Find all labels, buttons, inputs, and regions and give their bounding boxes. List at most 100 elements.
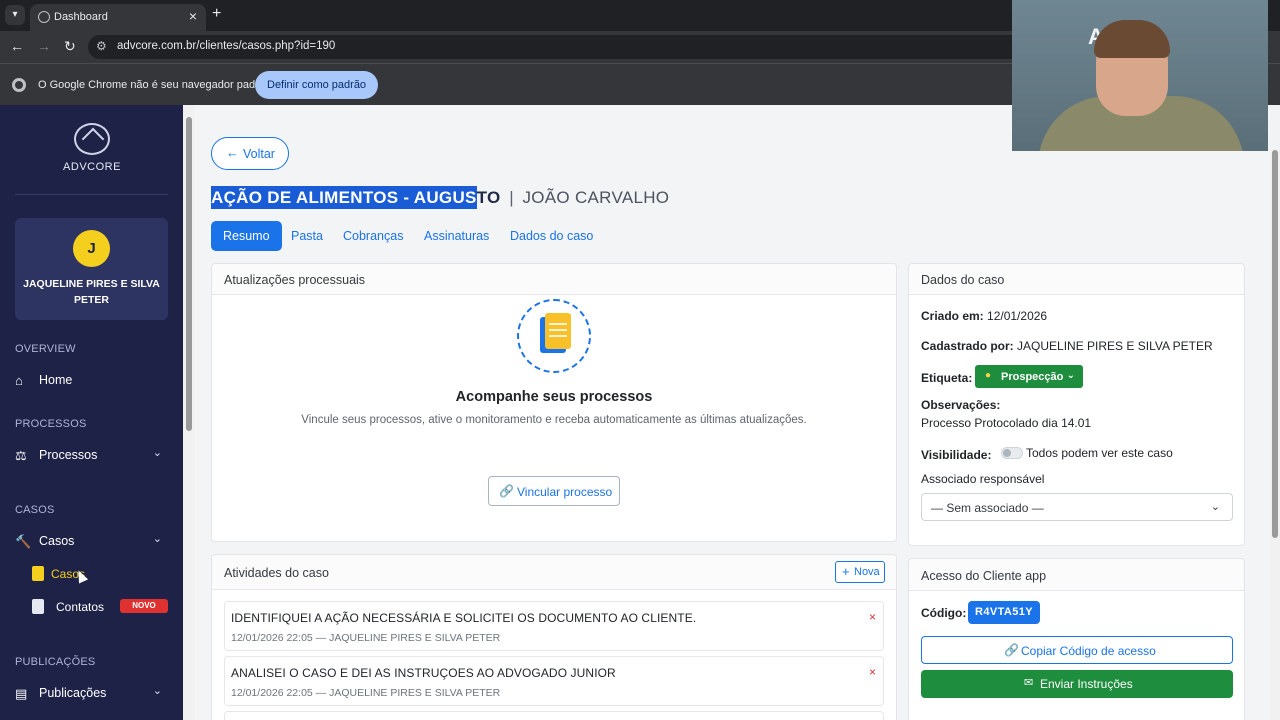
tab-title: Dashboard <box>54 11 108 23</box>
chevron-down-icon: ⌄ <box>152 533 162 545</box>
sidebar-subitem-label: Contatos <box>56 600 105 614</box>
folder-icon <box>32 566 44 581</box>
browser-tab[interactable]: Dashboard × <box>30 4 206 31</box>
activity-item <box>224 711 884 720</box>
tab-assinaturas[interactable]: Assinaturas <box>424 221 489 251</box>
plus-icon: + <box>842 564 850 579</box>
case-title-rest: TO <box>476 188 501 207</box>
advcore-logo[interactable]: ADVCORE <box>62 123 122 173</box>
copy-code-button[interactable]: 🔗 Copiar Código de acesso <box>921 636 1233 664</box>
sidebar-item-label: Processos <box>39 448 98 462</box>
notes-value: Processo Protocolado dia 14.01 <box>921 416 1092 430</box>
tab-resumo[interactable]: Resumo <box>211 221 282 251</box>
chrome-icon <box>12 78 26 92</box>
section-processos: PROCESSOS <box>15 418 87 430</box>
client-name: JOÃO CARVALHO <box>522 188 670 207</box>
code-label-text: Código: <box>921 606 967 620</box>
activity-meta: 12/01/2026 22:05 — JAQUELINE PIRES E SIL… <box>231 687 501 699</box>
link-process-button[interactable]: 🔗 Vincular processo <box>488 476 620 506</box>
document-front-shape <box>545 313 571 349</box>
associate-label: Associado responsável <box>921 472 1045 486</box>
page-scrollbar[interactable] <box>1270 150 1280 720</box>
newspaper-icon: ▤ <box>15 686 28 701</box>
sidebar-item-casos[interactable]: 🔨 Casos ⌄ <box>15 532 168 552</box>
link-icon: 🔗 <box>1004 643 1019 657</box>
send-instructions-button[interactable]: ✉ Enviar Instruções <box>921 670 1233 698</box>
scrollbar-thumb[interactable] <box>1272 150 1278 538</box>
tag-value: Prospecção <box>1001 371 1064 383</box>
activity-item: IDENTIFIQUEI A AÇÃO NECESSÁRIA E SOLICIT… <box>224 601 884 651</box>
globe-icon <box>38 11 50 23</box>
card-header: Atualizações processuais <box>212 264 896 295</box>
divider <box>15 194 168 195</box>
created-label: Criado em: <box>921 309 984 323</box>
card-title: Dados do caso <box>921 273 1005 287</box>
case-title-selected: AÇÃO DE ALIMENTOS - AUGUS <box>211 186 477 209</box>
visibility-value: Todos podem ver este caso <box>1026 446 1173 460</box>
chevron-down-icon: ⌄ <box>152 685 162 697</box>
tag-label-text: Etiqueta: <box>921 371 973 385</box>
tab-search-button[interactable]: ▾ <box>5 5 25 25</box>
infobar-message: O Google Chrome não é seu navegador padr… <box>38 79 271 91</box>
card-header: Atividades do caso + Nova <box>212 555 896 590</box>
created-row: Criado em: 12/01/2026 <box>921 309 1047 323</box>
activities-card: Atividades do caso + Nova IDENTIFIQUEI A… <box>211 554 897 720</box>
section-casos: CASOS <box>15 504 55 516</box>
tab-cobrancas[interactable]: Cobranças <box>343 221 403 251</box>
sidebar-item-label: Casos <box>39 534 75 548</box>
lightbulb-icon: ● <box>985 370 992 381</box>
close-tab-icon[interactable]: × <box>189 8 197 24</box>
notes-label: Observações: <box>921 398 1000 412</box>
new-badge: NOVO <box>120 599 168 613</box>
forward-arrow-icon[interactable]: → <box>37 38 51 54</box>
logo-mark-icon <box>74 123 110 155</box>
documents-sync-icon <box>517 299 591 373</box>
delete-icon[interactable]: × <box>869 665 876 679</box>
visibility-toggle[interactable] <box>1001 447 1023 459</box>
card-header: Acesso do Cliente app <box>909 559 1244 591</box>
back-button-label: Voltar <box>243 147 275 161</box>
scale-icon: ⚖ <box>15 448 27 463</box>
empty-state-title: Acompanhe seus processos <box>455 389 653 405</box>
client-access-card: Acesso do Cliente app Código: R4VTA51Y 🔗… <box>908 558 1245 720</box>
tab-dados-do-caso[interactable]: Dados do caso <box>510 221 593 251</box>
activity-meta: 12/01/2026 22:05 — JAQUELINE PIRES E SIL… <box>231 632 501 644</box>
access-code-badge: R4VTA51Y <box>968 601 1040 624</box>
activity-text: ANALISEI O CASO E DEI AS INSTRUÇOES AO A… <box>231 666 616 680</box>
reload-icon[interactable]: ↻ <box>64 38 76 55</box>
page-title: AÇÃO DE ALIMENTOS - AUGUSTO | JOÃO CARVA… <box>211 186 670 212</box>
send-instructions-label: Enviar Instruções <box>1040 677 1133 691</box>
card-header: Dados do caso <box>909 264 1244 295</box>
set-default-button[interactable]: Definir como padrão <box>255 71 379 99</box>
sidebar-subitem-contatos[interactable]: Contatos NOVO <box>32 599 168 619</box>
tag-dropdown[interactable]: ● Prospecção ⌄ <box>975 365 1083 388</box>
back-arrow-icon[interactable]: ← <box>10 38 24 54</box>
sidebar: ADVCORE J JAQUELINE PIRES E SILVA PETER … <box>0 105 183 720</box>
new-activity-button[interactable]: + Nova <box>835 561 885 583</box>
back-button[interactable]: ← Voltar <box>211 137 289 170</box>
scrollbar-thumb[interactable] <box>186 117 192 431</box>
document-line <box>549 329 567 331</box>
new-tab-button[interactable]: + <box>212 5 221 23</box>
sidebar-item-label: Home <box>39 373 73 387</box>
sidebar-subitem-casos[interactable]: Casos <box>32 566 168 586</box>
chevron-down-icon: ⌄ <box>152 447 162 459</box>
empty-state-text: Vincule seus processos, ative o monitora… <box>301 414 807 426</box>
sidebar-item-home[interactable]: ⌂ Home <box>15 371 168 391</box>
created-value: 12/01/2026 <box>987 309 1048 323</box>
tab-pasta[interactable]: Pasta <box>291 221 323 251</box>
link-process-label: Vincular processo <box>517 485 613 499</box>
new-activity-label: Nova <box>854 566 880 578</box>
home-icon: ⌂ <box>15 373 23 388</box>
card-title: Atualizações processuais <box>224 273 366 287</box>
user-card[interactable]: J JAQUELINE PIRES E SILVA PETER <box>15 218 168 320</box>
sidebar-item-publicacoes[interactable]: ▤ Publicações ⌄ <box>15 684 168 704</box>
associate-select[interactable]: — Sem associado — ⌄ <box>921 493 1233 521</box>
sidebar-item-processos[interactable]: ⚖ Processos ⌄ <box>15 446 168 466</box>
sidebar-item-label: Publicações <box>39 686 107 700</box>
visibility-label-text: Visibilidade: <box>921 448 992 462</box>
avatar: J <box>73 230 110 267</box>
site-settings-icon[interactable]: ⚙ <box>96 39 107 53</box>
delete-icon[interactable]: × <box>869 610 876 624</box>
sidebar-scrollbar[interactable] <box>183 105 195 720</box>
